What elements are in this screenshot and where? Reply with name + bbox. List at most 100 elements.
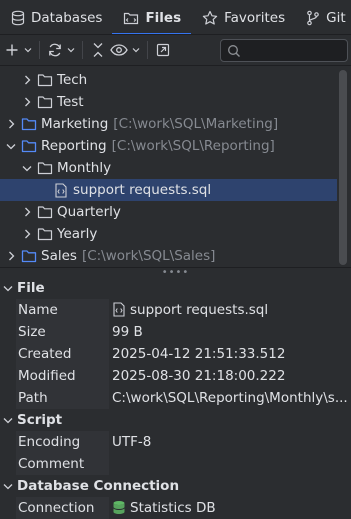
tree-item[interactable]: Tech — [0, 69, 337, 91]
section-title: Database Connection — [17, 478, 180, 494]
property-key: Path — [16, 386, 110, 409]
tree-item-label: Marketing — [41, 116, 109, 132]
tab-git[interactable]: Git — [295, 0, 351, 35]
tree-item[interactable]: Test — [0, 91, 337, 113]
database-icon — [11, 10, 25, 25]
tree-expander — [35, 182, 51, 198]
property-key: Connection — [16, 496, 110, 519]
tab-label: Files — [145, 9, 182, 26]
property-value: 2025-08-30 21:18:00.222 — [110, 364, 351, 387]
tree-item-label: Test — [57, 94, 84, 110]
tree-expander[interactable] — [19, 226, 35, 242]
tree-item[interactable]: Yearly — [0, 223, 337, 245]
tree-item[interactable]: Reporting [C:\work\SQL\Reporting] — [0, 135, 337, 157]
property-row-created[interactable]: Created 2025-04-12 21:51:33.512 — [16, 342, 351, 365]
property-row-connection[interactable]: Connection Statistics DB — [16, 496, 351, 519]
section-database-connection[interactable]: Database Connection — [0, 475, 351, 497]
property-row-encoding[interactable]: Encoding UTF-8 — [16, 430, 351, 453]
tree-item-icon — [37, 226, 53, 242]
sql-file-icon — [113, 302, 125, 317]
property-row-comment[interactable]: Comment — [16, 452, 351, 475]
chevron-down-icon — [3, 483, 13, 489]
tree-expander[interactable] — [19, 204, 35, 220]
property-key: Name — [16, 298, 110, 321]
tree-item-label: Yearly — [57, 226, 98, 242]
property-row-modified[interactable]: Modified 2025-08-30 21:18:00.222 — [16, 364, 351, 387]
property-value: C:\work\SQL\Reporting\Monthly\s... — [110, 386, 351, 409]
tree-item-icon — [53, 182, 69, 198]
folder-icon — [37, 96, 53, 109]
chevron-right-icon — [8, 119, 14, 129]
chevron-down-icon — [6, 143, 16, 149]
add-icon — [6, 44, 18, 56]
property-value: support requests.sql — [130, 301, 269, 318]
tree-expander[interactable] — [3, 248, 19, 264]
toolbar — [0, 35, 351, 66]
tree-item-label: support requests.sql — [73, 182, 212, 198]
tree-expander[interactable] — [19, 72, 35, 88]
tree-item-icon — [37, 94, 53, 110]
tree-item-label: Reporting — [41, 138, 107, 154]
splitter-grip: •••• — [161, 266, 190, 278]
file-tree: Tech Test Marketing [C:\work\SQL\Marketing]… — [0, 67, 351, 267]
tree-item[interactable]: Quarterly — [0, 201, 337, 223]
property-key: Modified — [16, 364, 110, 387]
open-in-editor-button[interactable] — [153, 38, 173, 62]
view-options-button[interactable] — [108, 38, 130, 62]
property-key: Comment — [16, 452, 110, 475]
tree-item-icon — [37, 72, 53, 88]
chevron-down-icon — [3, 417, 13, 423]
property-key: Size — [16, 320, 110, 343]
tree-expander[interactable] — [19, 160, 35, 176]
refresh-dropdown-button[interactable] — [65, 38, 77, 62]
tab-favorites[interactable]: Favorites — [191, 0, 295, 35]
section-title: Script — [17, 412, 63, 428]
chevron-right-icon — [24, 207, 30, 217]
folder-icon — [37, 74, 53, 87]
tab-label: Git — [326, 9, 346, 26]
tree-item[interactable]: Marketing [C:\work\SQL\Marketing] — [0, 113, 337, 135]
section-script[interactable]: Script — [0, 409, 351, 431]
collapse-all-button[interactable] — [88, 38, 108, 62]
search-input[interactable] — [220, 39, 348, 62]
tree-item-label: Tech — [57, 72, 88, 88]
eye-icon — [110, 44, 128, 56]
folder-icon — [37, 162, 53, 175]
panel-splitter[interactable]: •••• — [0, 267, 351, 277]
chevron-right-icon — [24, 229, 30, 239]
git-branch-icon — [307, 10, 319, 25]
tree-item-icon — [37, 160, 53, 176]
section-file[interactable]: File — [0, 277, 351, 299]
tab-databases[interactable]: Databases — [0, 0, 112, 35]
tree-item[interactable]: Monthly — [0, 157, 337, 179]
view-tabs: Databases Files Favorites Git — [0, 0, 351, 35]
tree-expander[interactable] — [3, 116, 19, 132]
section-title: File — [17, 280, 45, 296]
tree-item[interactable]: Sales [C:\work\SQL\Sales] — [0, 245, 337, 267]
add-button[interactable] — [2, 38, 22, 62]
property-value: 99 B — [110, 320, 351, 343]
tree-item-label: Sales — [41, 248, 77, 264]
tree-item[interactable]: support requests.sql — [0, 179, 337, 201]
tree-item-icon — [21, 248, 37, 264]
property-value: Statistics DB — [130, 499, 216, 516]
view-options-dropdown-button[interactable] — [130, 38, 142, 62]
toolbar-separator — [82, 41, 83, 59]
tab-label: Favorites — [224, 9, 286, 26]
property-value[interactable] — [110, 452, 351, 475]
tree-expander[interactable] — [3, 138, 19, 154]
refresh-button[interactable] — [45, 38, 65, 62]
property-row-path[interactable]: Path C:\work\SQL\Reporting\Monthly\s... — [16, 386, 351, 409]
add-dropdown-button[interactable] — [22, 38, 34, 62]
database-connection-icon — [113, 501, 125, 514]
tree-expander[interactable] — [19, 94, 35, 110]
tab-files[interactable]: Files — [112, 0, 191, 35]
property-row-name[interactable]: Name support requests.sql — [16, 298, 351, 321]
tree-scrollbar[interactable] — [339, 70, 347, 265]
chevron-down-icon — [67, 48, 75, 53]
search-icon — [228, 44, 240, 57]
tree-item-label: Quarterly — [57, 204, 121, 220]
property-row-size[interactable]: Size 99 B — [16, 320, 351, 343]
toolbar-separator — [147, 41, 148, 59]
chevron-right-icon — [24, 97, 30, 107]
